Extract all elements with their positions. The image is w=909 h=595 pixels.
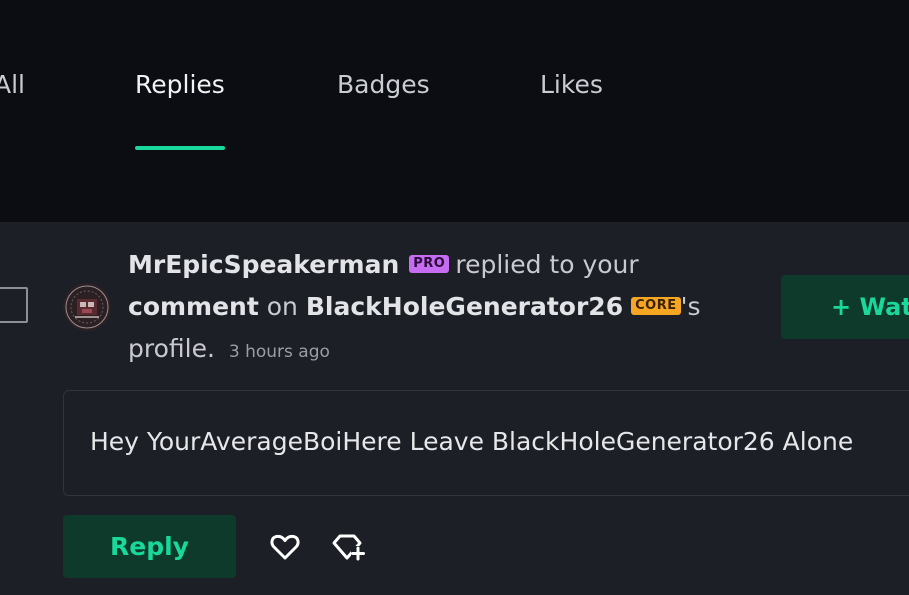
tab-replies[interactable]: Replies [135,70,225,99]
comment-link[interactable]: comment [128,292,259,321]
tab-all[interactable]: All [0,70,25,99]
profile-tab-bar: All Replies Badges Likes [0,0,909,222]
notification-object: profile. [128,334,215,363]
profile-username[interactable]: BlackHoleGenerator26 [306,292,623,321]
select-checkbox[interactable] [0,287,28,323]
tab-likes[interactable]: Likes [540,70,603,99]
active-tab-indicator [135,146,225,150]
possessive-suffix: 's [680,292,701,321]
award-plus-icon[interactable] [331,530,365,564]
timestamp: 3 hours ago [228,342,330,362]
core-badge: CORE [631,297,681,315]
comment-body: Hey YourAverageBoiHere Leave BlackHoleGe… [90,427,854,456]
comment-card: Hey YourAverageBoiHere Leave BlackHoleGe… [63,390,909,496]
heart-icon[interactable] [268,530,302,564]
sender-username[interactable]: MrEpicSpeakerman [128,250,399,279]
watch-button[interactable]: + Watch [781,275,909,339]
notification-verb: replied to your [455,250,639,279]
notification-text: MrEpicSpeakerman PRO replied to your comme… [128,244,768,373]
avatar[interactable] [63,283,111,331]
reply-button[interactable]: Reply [63,515,236,578]
notification-preposition: on [266,292,298,321]
pro-badge: PRO [409,255,450,273]
tab-badges[interactable]: Badges [337,70,430,99]
